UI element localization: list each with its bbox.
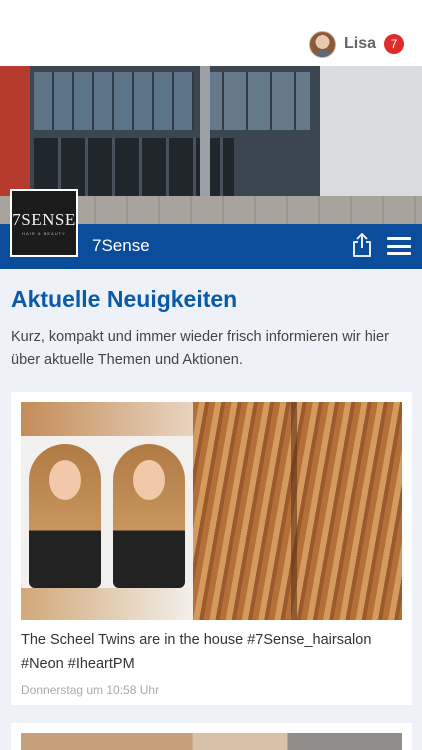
twins-photo	[21, 436, 193, 588]
news-post-card[interactable]	[11, 723, 412, 750]
building-right	[320, 66, 422, 206]
building-windows-right	[200, 72, 310, 130]
menu-line	[387, 237, 411, 240]
post-image[interactable]	[21, 733, 402, 750]
brand-name: 7Sense	[92, 236, 150, 255]
notification-badge[interactable]: 7	[384, 34, 404, 54]
brand-logo: 7SENSE HAIR & BEAUTY	[10, 189, 78, 257]
avatar[interactable]	[308, 30, 336, 58]
photo-hair-strip	[21, 402, 193, 436]
logo-subtext: HAIR & BEAUTY	[22, 231, 66, 236]
section-intro: Kurz, kompakt und immer wieder frisch in…	[11, 329, 389, 368]
user-name[interactable]: Lisa	[344, 35, 376, 53]
menu-line	[387, 252, 411, 255]
pillar	[200, 66, 210, 206]
face	[133, 460, 165, 500]
share-icon[interactable]	[351, 232, 373, 258]
user-menu[interactable]: Lisa 7	[308, 30, 404, 58]
logo-text: 7SENSE	[12, 210, 76, 229]
face	[49, 460, 81, 500]
building-windows	[34, 72, 194, 130]
twin-left	[29, 444, 101, 588]
photo-hair-strip-bottom	[21, 588, 193, 620]
menu-line	[387, 244, 411, 248]
page-title: Aktuelle Neuigkeiten	[11, 286, 238, 312]
post-timestamp: Donnerstag um 10:58 Uhr	[21, 683, 160, 697]
hamburger-menu-icon[interactable]	[387, 237, 411, 255]
top-bar: Lisa 7	[0, 0, 422, 66]
post-image[interactable]	[21, 402, 402, 620]
twin-right	[113, 444, 185, 588]
hair-back-photo	[193, 402, 402, 620]
post-caption: The Scheel Twins are in the house #7Sens…	[21, 632, 372, 672]
news-post-card[interactable]: The Scheel Twins are in the house #7Sens…	[11, 392, 412, 705]
